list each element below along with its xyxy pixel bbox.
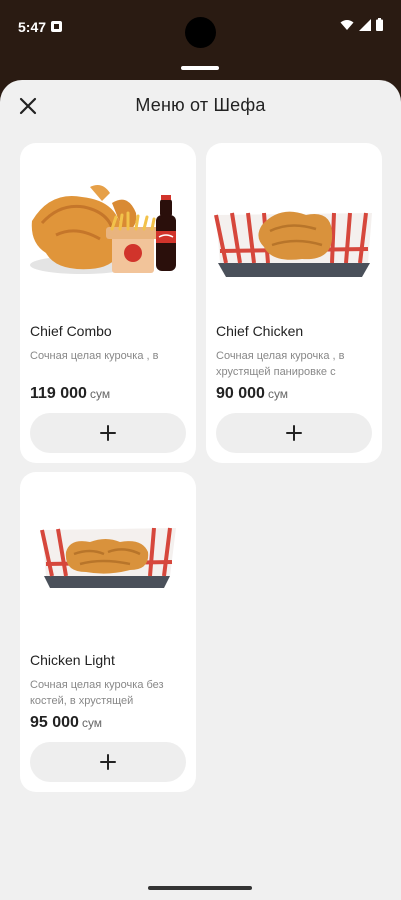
product-name: Chief Chicken	[216, 323, 304, 339]
product-card-chief-combo[interactable]: Chief Combo Сочная целая курочка , в 119…	[20, 143, 196, 463]
battery-icon	[376, 18, 383, 31]
price-value: 90 000	[216, 385, 265, 402]
product-description: Сочная целая курочка , в хрустящей панир…	[216, 350, 345, 378]
add-to-cart-button[interactable]	[30, 413, 186, 453]
status-icons	[340, 18, 383, 31]
add-to-cart-button[interactable]	[30, 742, 186, 782]
signal-icon	[359, 18, 371, 31]
price-currency: сум	[267, 387, 289, 401]
product-price: 119 000 сум	[30, 385, 110, 403]
price-value: 95 000	[30, 714, 79, 731]
product-name: Chief Combo	[30, 323, 112, 339]
plus-icon	[100, 754, 116, 770]
plus-icon	[286, 425, 302, 441]
product-card-chicken-light[interactable]: Chicken Light Сочная целая курочка без к…	[20, 472, 196, 792]
camera-cutout	[185, 17, 216, 48]
product-card-chief-chicken[interactable]: Chief Chicken Сочная целая курочка , в х…	[206, 143, 382, 463]
product-image-chief-combo	[30, 185, 176, 274]
status-time: 5:47	[18, 19, 47, 35]
bottom-sheet: Меню от Шефа Chief Combo Сочная целая ку…	[0, 80, 401, 900]
sheet-title: Меню от Шефа	[135, 95, 266, 115]
product-name: Chicken Light	[30, 652, 115, 668]
status-bar: 5:47	[0, 0, 401, 56]
product-image-chief-chicken	[214, 211, 372, 277]
product-image-chicken-light	[40, 527, 176, 588]
sheet-drag-handle[interactable]	[181, 66, 219, 70]
add-to-cart-button[interactable]	[216, 413, 372, 453]
price-currency: сум	[81, 716, 103, 730]
product-price: 90 000 сум	[216, 385, 288, 403]
notification-icon	[51, 21, 62, 32]
product-price: 95 000 сум	[30, 714, 102, 732]
product-description: Сочная целая курочка , в	[30, 350, 159, 362]
plus-icon	[100, 425, 116, 441]
price-value: 119 000	[30, 385, 87, 402]
price-currency: сум	[89, 387, 111, 401]
wifi-icon	[340, 19, 354, 30]
home-indicator[interactable]	[148, 886, 252, 890]
product-description: Сочная целая курочка без костей, в хруст…	[30, 679, 164, 707]
